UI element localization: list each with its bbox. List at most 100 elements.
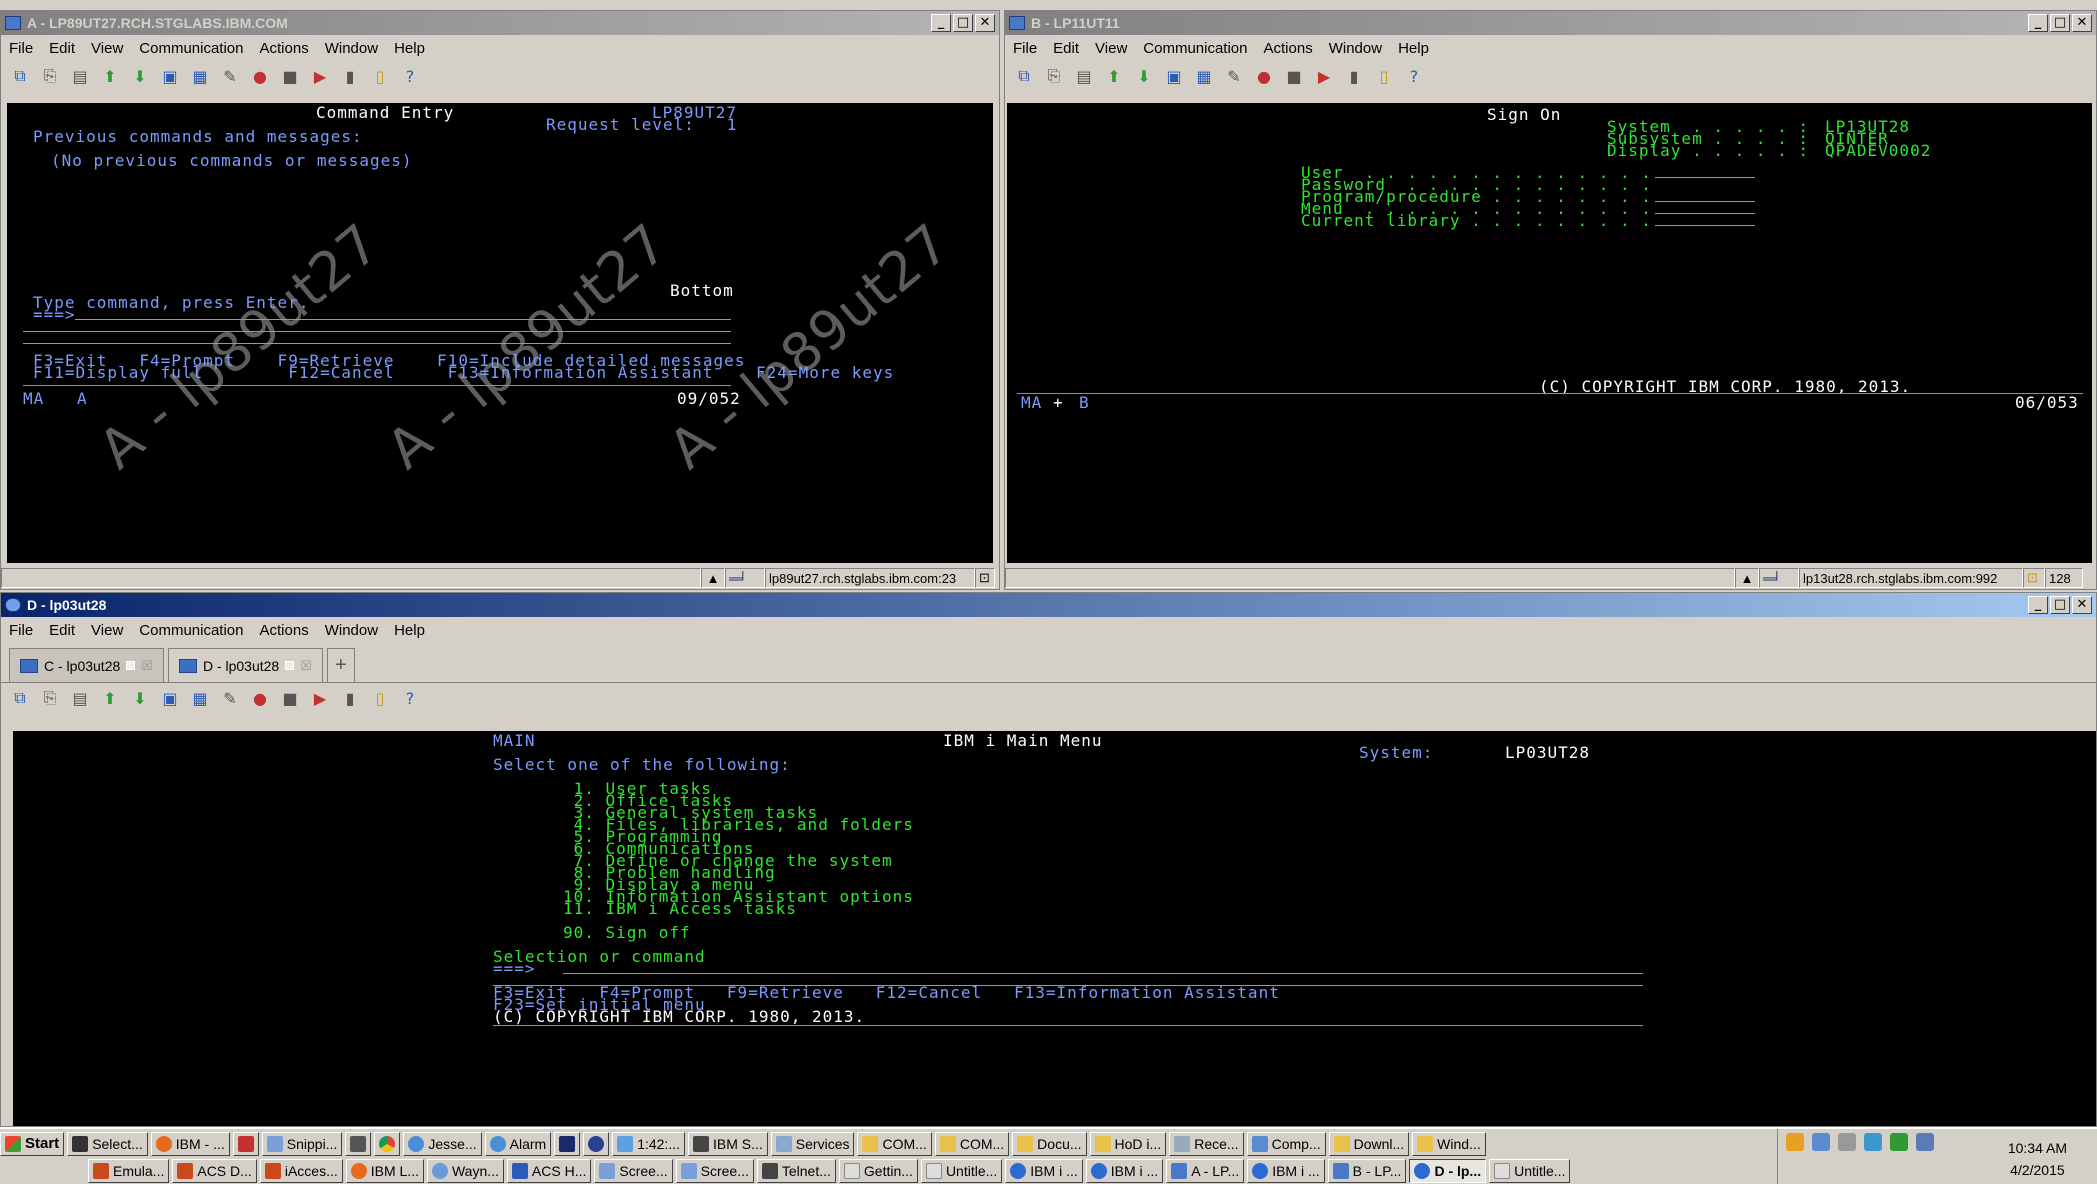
maximize-button[interactable]: □: [953, 14, 973, 32]
taskbar-item[interactable]: IBM i ...: [1005, 1158, 1083, 1183]
clipboard-icon[interactable]: ▤: [1073, 65, 1095, 87]
stop-macro-icon[interactable]: ■: [279, 65, 301, 87]
taskbar-item[interactable]: IBM - ...: [150, 1131, 230, 1156]
taskbar-item[interactable]: ACS D...: [172, 1158, 257, 1183]
minimize-button[interactable]: _: [2028, 596, 2048, 614]
download-icon[interactable]: ⬇: [129, 65, 151, 87]
close-button[interactable]: ✕: [2072, 596, 2092, 614]
taskbar-item[interactable]: Rece...: [1169, 1131, 1244, 1156]
program-input[interactable]: [1655, 201, 1755, 202]
menu-view[interactable]: View: [91, 622, 123, 639]
menu-actions[interactable]: Actions: [260, 40, 309, 57]
notes-icon[interactable]: ▯: [1373, 65, 1395, 87]
taskbar-item[interactable]: Gettin...: [838, 1158, 918, 1183]
command-input-line[interactable]: [23, 343, 731, 344]
terminal-screen-a[interactable]: A - lp89ut27 A - lp89ut27 A - lp89ut27 C…: [7, 103, 993, 563]
taskbar-item[interactable]: Wayn...: [426, 1158, 504, 1183]
user-icon[interactable]: [1838, 1133, 1856, 1151]
keypad-icon[interactable]: ▦: [1193, 65, 1215, 87]
menu-actions[interactable]: Actions: [260, 622, 309, 639]
display-icon[interactable]: ▣: [1163, 65, 1185, 87]
macro-icon[interactable]: ✎: [219, 65, 241, 87]
pause-macro-icon[interactable]: ▮: [339, 687, 361, 709]
help-icon[interactable]: ?: [1403, 65, 1425, 87]
close-button[interactable]: ✕: [2072, 14, 2092, 32]
menu-option[interactable]: 11. IBM i Access tasks: [563, 901, 797, 917]
menu-view[interactable]: View: [1095, 40, 1127, 57]
copy-icon[interactable]: ⧉: [9, 65, 31, 87]
up-arrow-icon[interactable]: ▲: [1735, 568, 1759, 588]
download-icon[interactable]: ⬇: [1133, 65, 1155, 87]
taskbar-item[interactable]: Wind...: [1412, 1131, 1486, 1156]
taskbar-item[interactable]: B - LP...: [1327, 1158, 1407, 1183]
taskbar-item[interactable]: [554, 1131, 581, 1156]
command-input-line[interactable]: [563, 973, 1643, 974]
taskbar-item[interactable]: Downl...: [1328, 1131, 1410, 1156]
paste-icon[interactable]: ⎘: [39, 65, 61, 87]
taskbar-item[interactable]: Alarm: [484, 1131, 552, 1156]
menu-edit[interactable]: Edit: [1053, 40, 1079, 57]
menu-help[interactable]: Help: [394, 40, 425, 57]
menu-window[interactable]: Window: [325, 40, 378, 57]
pause-macro-icon[interactable]: ▮: [339, 65, 361, 87]
menu-communication[interactable]: Communication: [139, 622, 243, 639]
terminal-screen-b[interactable]: Sign On System . . . . . : LP13UT28 Subs…: [1007, 103, 2092, 563]
menu-window[interactable]: Window: [325, 622, 378, 639]
restore-icon[interactable]: [285, 661, 295, 670]
taskbar-item[interactable]: Jesse...: [403, 1131, 482, 1156]
window-a-titlebar[interactable]: A - LP89UT27.RCH.STGLABS.IBM.COM _ □ ✕: [1, 11, 999, 35]
macro-icon[interactable]: ✎: [1223, 65, 1245, 87]
taskbar-item[interactable]: Untitle...: [1489, 1158, 1571, 1183]
menu-file[interactable]: File: [1013, 40, 1037, 57]
shield-icon[interactable]: [1786, 1133, 1804, 1151]
taskbar-item[interactable]: iAcces...: [259, 1158, 343, 1183]
network-icon[interactable]: [1812, 1133, 1830, 1151]
taskbar-item[interactable]: Emula...: [88, 1158, 170, 1183]
copy-icon[interactable]: ⧉: [9, 687, 31, 709]
close-tab-icon[interactable]: ☒: [141, 658, 153, 674]
taskbar-item[interactable]: [374, 1131, 401, 1156]
taskbar-item[interactable]: Scree...: [675, 1158, 754, 1183]
restore-icon[interactable]: [126, 661, 136, 670]
window-b-titlebar[interactable]: B - LP11UT11 _ □ ✕: [1005, 11, 2096, 35]
maximize-button[interactable]: □: [2050, 14, 2070, 32]
taskbar-item[interactable]: [583, 1131, 610, 1156]
command-input-line[interactable]: [75, 319, 731, 320]
play-macro-icon[interactable]: ▶: [309, 65, 331, 87]
taskbar-item[interactable]: Select...: [67, 1131, 148, 1156]
taskbar-item[interactable]: Untitle...: [920, 1158, 1003, 1183]
menu-edit[interactable]: Edit: [49, 622, 75, 639]
upload-icon[interactable]: ⬆: [99, 687, 121, 709]
up-arrow-icon[interactable]: ▲: [701, 568, 725, 588]
close-tab-icon[interactable]: ☒: [300, 658, 312, 674]
storage-icon[interactable]: [1916, 1133, 1934, 1151]
tab-session-d[interactable]: D - lp03ut28 ☒: [167, 648, 323, 682]
upload-icon[interactable]: ⬆: [1103, 65, 1125, 87]
keypad-icon[interactable]: ▦: [189, 65, 211, 87]
menu-help[interactable]: Help: [1398, 40, 1429, 57]
menu-file[interactable]: File: [9, 40, 33, 57]
macro-icon[interactable]: ✎: [219, 687, 241, 709]
taskbar-item[interactable]: IBM i ...: [1085, 1158, 1164, 1183]
clock[interactable]: 10:34 AM 4/2/2015: [2008, 1137, 2067, 1181]
taskbar-item[interactable]: Docu...: [1012, 1131, 1087, 1156]
start-button[interactable]: Start: [0, 1131, 65, 1156]
stop-macro-icon[interactable]: ■: [279, 687, 301, 709]
user-input[interactable]: [1655, 177, 1755, 178]
taskbar-item[interactable]: ACS H...: [506, 1158, 592, 1183]
taskbar-item[interactable]: [232, 1131, 259, 1156]
notes-icon[interactable]: ▯: [369, 65, 391, 87]
menu-edit[interactable]: Edit: [49, 40, 75, 57]
help-icon[interactable]: ?: [399, 65, 421, 87]
menu-communication[interactable]: Communication: [139, 40, 243, 57]
menu-window[interactable]: Window: [1329, 40, 1382, 57]
stop-macro-icon[interactable]: ■: [1283, 65, 1305, 87]
paste-icon[interactable]: ⎘: [39, 687, 61, 709]
window-d-titlebar[interactable]: D - lp03ut28 _ □ ✕: [1, 593, 2096, 617]
taskbar-item[interactable]: Scree...: [594, 1158, 673, 1183]
taskbar-item[interactable]: IBM S...: [688, 1131, 768, 1156]
play-macro-icon[interactable]: ▶: [1313, 65, 1335, 87]
keypad-icon[interactable]: ▦: [189, 687, 211, 709]
wifi-icon[interactable]: [1890, 1133, 1908, 1151]
display-icon[interactable]: ▣: [159, 65, 181, 87]
